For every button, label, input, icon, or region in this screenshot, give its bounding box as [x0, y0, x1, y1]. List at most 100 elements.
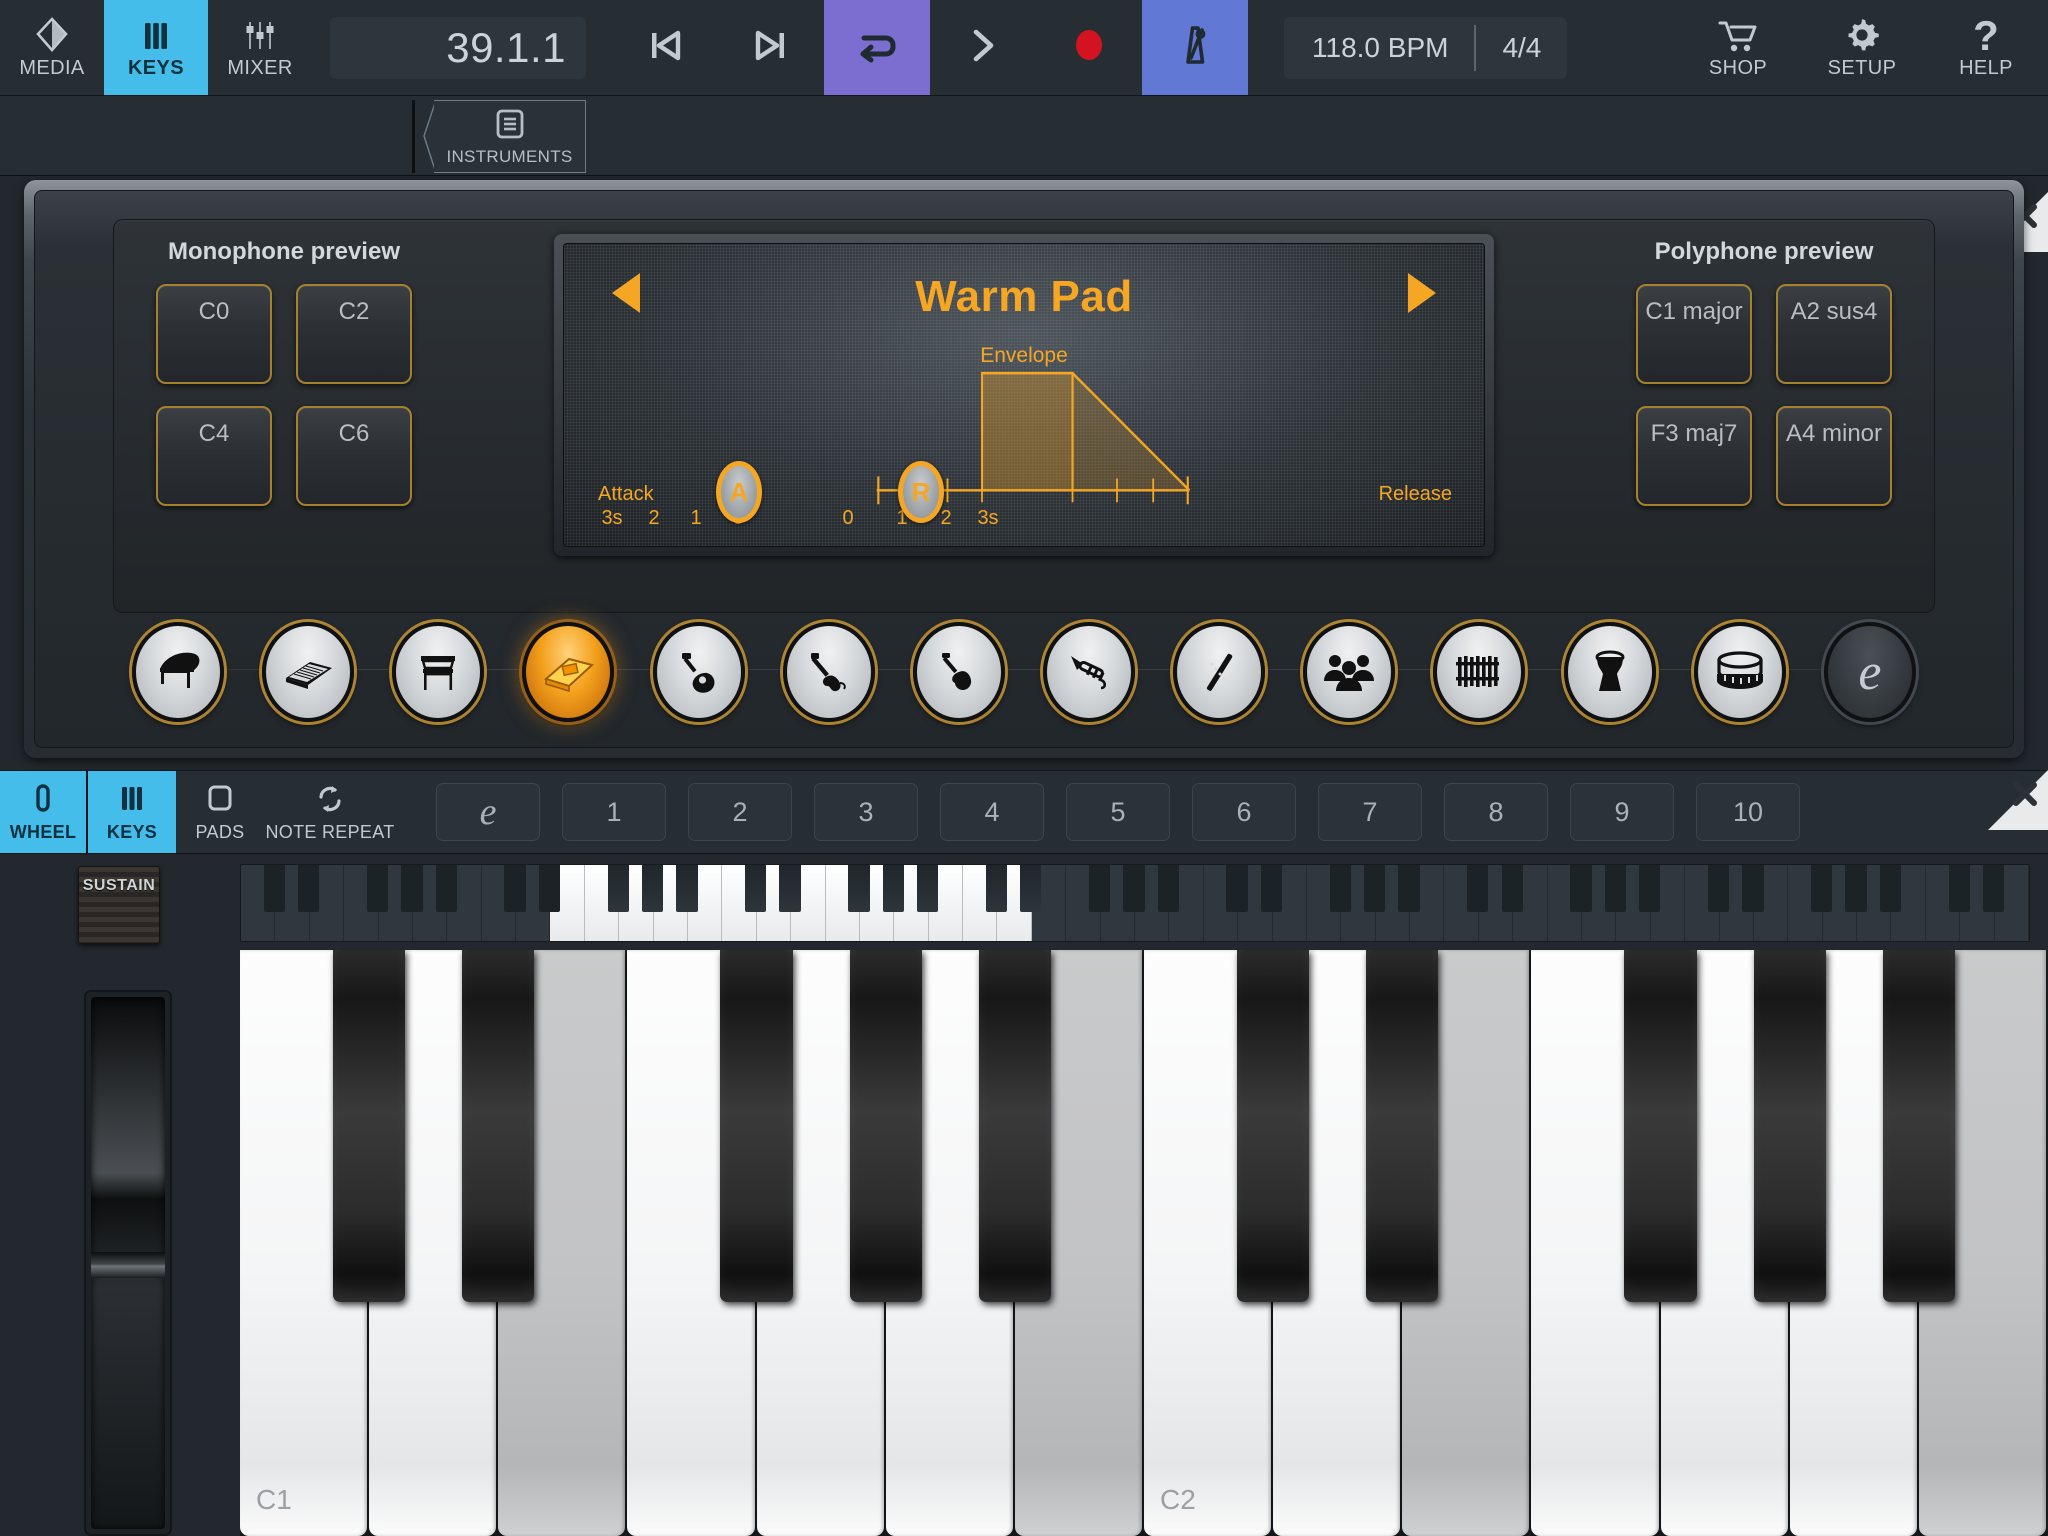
octave-button-10[interactable]: 10: [1696, 783, 1800, 841]
mode-keys[interactable]: KEYS: [88, 771, 176, 853]
overview-black-key[interactable]: [882, 865, 904, 913]
nav-mixer[interactable]: MIXER: [208, 0, 312, 95]
instrument-synth-keyboard[interactable]: [243, 622, 373, 722]
overview-black-key[interactable]: [538, 865, 561, 913]
overview-black-key[interactable]: [917, 865, 939, 913]
octave-button-1[interactable]: 1: [562, 783, 666, 841]
overview-black-key[interactable]: [1811, 865, 1833, 913]
shop-button[interactable]: SHOP: [1676, 0, 1800, 95]
instrument-flute[interactable]: [1154, 622, 1284, 722]
overview-black-key[interactable]: [1467, 865, 1489, 913]
overview-black-key[interactable]: [641, 865, 664, 913]
poly-pad-3[interactable]: A4 minor: [1776, 406, 1892, 506]
piano-black-key[interactable]: [978, 950, 1051, 1302]
overview-black-key[interactable]: [1948, 865, 1970, 913]
piano-black-key[interactable]: [1624, 950, 1697, 1302]
overview-black-key[interactable]: [435, 865, 457, 913]
overview-black-key[interactable]: [676, 865, 698, 913]
piano-black-key[interactable]: [1753, 950, 1826, 1302]
overview-black-key[interactable]: [1398, 865, 1420, 913]
overview-black-key[interactable]: [1157, 865, 1179, 913]
instrument-acoustic-guitar[interactable]: [634, 622, 764, 722]
sustain-pedal-button[interactable]: SUSTAIN: [78, 866, 160, 944]
instrument-djembe[interactable]: [1545, 622, 1675, 722]
overview-black-key[interactable]: [1260, 865, 1283, 913]
instrument-xylophone[interactable]: [1414, 622, 1544, 722]
mono-pad-0[interactable]: C0: [156, 284, 272, 384]
piano-black-key[interactable]: [1366, 950, 1439, 1302]
overview-black-key[interactable]: [1364, 865, 1386, 913]
overview-black-key[interactable]: [1707, 865, 1730, 913]
record-button[interactable]: [1036, 0, 1142, 95]
instrument-electric-bass[interactable]: [764, 622, 894, 722]
octave-button-7[interactable]: 7: [1318, 783, 1422, 841]
overview-black-key[interactable]: [1604, 865, 1626, 913]
keys-edit-button[interactable]: e: [436, 783, 540, 841]
nav-media[interactable]: MEDIA: [0, 0, 104, 95]
overview-black-key[interactable]: [298, 865, 320, 913]
octave-button-3[interactable]: 3: [814, 783, 918, 841]
overview-black-key[interactable]: [745, 865, 767, 913]
play-button[interactable]: [930, 0, 1036, 95]
overview-black-key[interactable]: [1501, 865, 1523, 913]
overview-black-key[interactable]: [401, 865, 423, 913]
release-handle[interactable]: R: [898, 461, 944, 523]
instrument-snare-drum[interactable]: [1675, 622, 1805, 722]
mono-pad-3[interactable]: C6: [296, 406, 412, 506]
overview-black-key[interactable]: [1570, 865, 1592, 913]
tempo-signature-box[interactable]: 118.0 BPM 4/4: [1284, 16, 1568, 79]
modulation-wheel[interactable]: [84, 990, 172, 1536]
overview-black-key[interactable]: [1845, 865, 1867, 913]
mode-note-repeat[interactable]: NOTE REPEAT: [264, 771, 396, 853]
tab-instruments[interactable]: INSTRUMENTS: [434, 100, 586, 173]
mono-pad-2[interactable]: C4: [156, 406, 272, 506]
instrument-violin[interactable]: [894, 622, 1024, 722]
mode-pads[interactable]: PADS: [176, 771, 264, 853]
overview-black-key[interactable]: [263, 865, 285, 913]
piano-black-key[interactable]: [332, 950, 406, 1302]
instrument-trumpet[interactable]: [1024, 622, 1154, 722]
metronome-button[interactable]: [1142, 0, 1248, 95]
mono-pad-1[interactable]: C2: [296, 284, 412, 384]
octave-button-6[interactable]: 6: [1192, 783, 1296, 841]
overview-black-key[interactable]: [1226, 865, 1248, 913]
piano-black-key[interactable]: [720, 950, 793, 1302]
overview-black-key[interactable]: [779, 865, 801, 913]
overview-black-key[interactable]: [607, 865, 629, 913]
overview-black-key[interactable]: [848, 865, 870, 913]
instrument-organ-synth[interactable]: [503, 622, 633, 722]
octave-button-2[interactable]: 2: [688, 783, 792, 841]
help-button[interactable]: ? HELP: [1924, 0, 2048, 95]
overview-black-key[interactable]: [1982, 865, 2005, 913]
octave-button-4[interactable]: 4: [940, 783, 1044, 841]
octave-button-5[interactable]: 5: [1066, 783, 1170, 841]
overview-black-key[interactable]: [1088, 865, 1111, 913]
mode-wheel[interactable]: WHEEL: [0, 771, 88, 853]
instrument-edit-button[interactable]: e: [1805, 622, 1935, 722]
forward-to-end-button[interactable]: [718, 0, 824, 95]
keyboard-overview-strip[interactable]: [240, 864, 2030, 942]
attack-handle[interactable]: A: [716, 461, 762, 523]
piano-black-key[interactable]: [1236, 950, 1310, 1302]
overview-black-key[interactable]: [1639, 865, 1661, 913]
loop-button[interactable]: [824, 0, 930, 95]
piano-black-key[interactable]: [462, 950, 535, 1302]
poly-pad-0[interactable]: C1 major: [1636, 284, 1752, 384]
poly-pad-2[interactable]: F3 maj7: [1636, 406, 1752, 506]
poly-pad-1[interactable]: A2 sus4: [1776, 284, 1892, 384]
overview-black-key[interactable]: [1020, 865, 1042, 913]
piano-black-key[interactable]: [849, 950, 922, 1302]
modulation-wheel-grip[interactable]: [91, 1252, 165, 1279]
overview-black-key[interactable]: [504, 865, 526, 913]
overview-black-key[interactable]: [366, 865, 389, 913]
rewind-to-start-button[interactable]: [612, 0, 718, 95]
song-position-display[interactable]: 39.1.1: [330, 16, 586, 79]
octave-button-9[interactable]: 9: [1570, 783, 1674, 841]
overview-black-key[interactable]: [1879, 865, 1902, 913]
octave-button-8[interactable]: 8: [1444, 783, 1548, 841]
close-keys-panel-button[interactable]: [1970, 770, 2048, 830]
nav-keys[interactable]: KEYS: [104, 0, 208, 95]
setup-button[interactable]: SETUP: [1800, 0, 1924, 95]
overview-black-key[interactable]: [985, 865, 1008, 913]
instrument-grand-piano[interactable]: [113, 622, 243, 722]
